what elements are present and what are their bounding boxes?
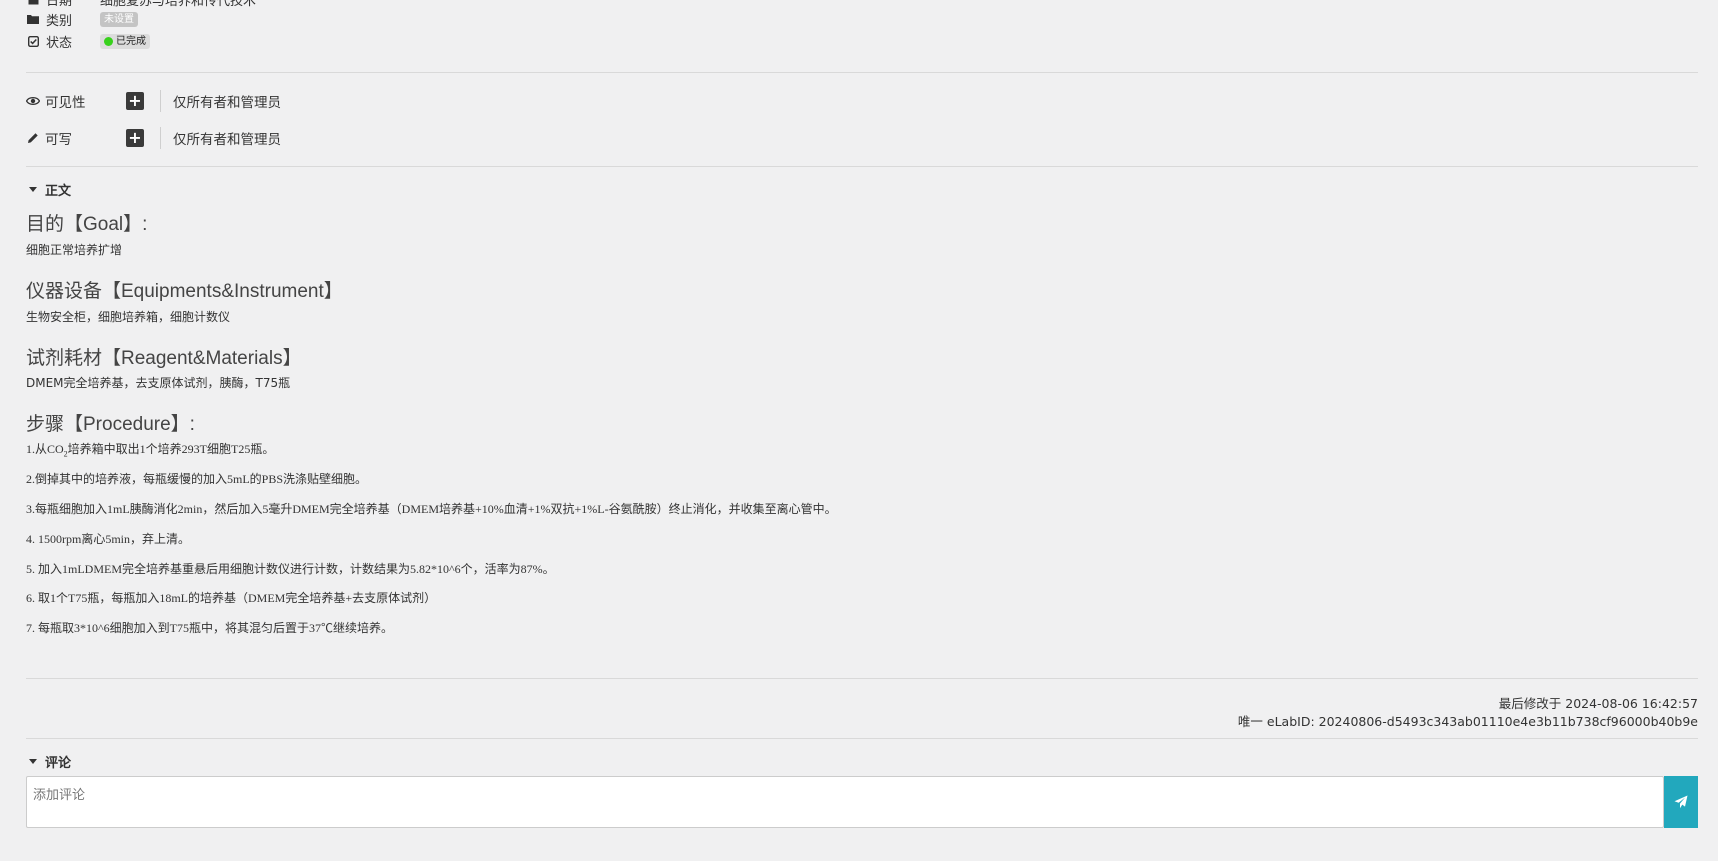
elabid: 唯一 eLabID: 20240806-d5493c343ab01110e4e3…	[1237, 714, 1698, 729]
write-label: 可写	[45, 132, 72, 148]
procedure-step: 3.每瓶细胞加入1mL胰酶消化2min，然后加入5毫升DMEM完全培养基（DME…	[26, 502, 837, 516]
comments-toggle-label: 评论	[45, 756, 72, 771]
category-row: 类别 未设置	[26, 8, 138, 30]
procedure-heading: 步骤【Procedure】:	[26, 414, 195, 435]
divider	[26, 166, 1698, 167]
last-modified: 最后修改于 2024-08-06 16:42:57	[1498, 696, 1698, 711]
write-add-button[interactable]: +	[126, 129, 144, 147]
eye-icon	[26, 94, 40, 108]
calendar-icon	[26, 0, 40, 6]
divider	[26, 72, 1698, 73]
comments-toggle[interactable]: 评论	[26, 752, 71, 771]
visibility-value[interactable]: 仅所有者和管理员	[173, 91, 281, 111]
comment-input[interactable]	[27, 777, 1663, 827]
visibility-add-button[interactable]: +	[126, 92, 144, 110]
equip-text: 生物安全柜，细胞培养箱，细胞计数仪	[26, 310, 231, 324]
write-row: 可写 + 仅所有者和管理员	[26, 125, 281, 151]
procedure-step: 2.倒掉其中的培养液，每瓶缓慢的加入5mL的PBS洗涤贴壁细胞。	[26, 472, 368, 486]
status-row: 状态 已完成	[26, 30, 150, 52]
check-square-icon	[26, 34, 40, 48]
paper-plane-icon	[1674, 795, 1688, 809]
visibility-row: 可见性 + 仅所有者和管理员	[26, 88, 281, 114]
divider	[160, 90, 161, 112]
divider	[26, 738, 1698, 739]
status-label: 状态	[46, 35, 73, 51]
status-badge[interactable]: 已完成	[100, 33, 150, 49]
procedure-step: 5. 加入1mLDMEM完全培养基重悬后用细胞计数仪进行计数，计数结果为5.82…	[26, 562, 555, 576]
procedure-step: 7. 每瓶取3*10^6细胞加入到T75瓶中，将其混匀后置于37℃继续培养。	[26, 621, 393, 635]
status-dot-icon	[104, 36, 113, 46]
pencil-icon	[26, 131, 40, 145]
status-value: 已完成	[116, 35, 146, 47]
goal-heading: 目的【Goal】:	[26, 214, 148, 235]
caret-down-icon	[29, 759, 37, 764]
send-comment-button[interactable]	[1664, 776, 1698, 828]
folder-icon	[26, 12, 40, 26]
procedure-step: 1.从CO2培养箱中取出1个培养293T细胞T25瓶。	[26, 442, 275, 459]
procedure-step: 4. 1500rpm离心5min，弃上清。	[26, 532, 190, 546]
reagent-heading: 试剂耗材【Reagent&Materials】	[26, 348, 302, 369]
goal-text: 细胞正常培养扩增	[26, 243, 123, 257]
reagent-text: DMEM完全培养基，去支原体试剂，胰酶，T75瓶	[26, 376, 291, 390]
body-toggle[interactable]: 正文	[26, 180, 71, 199]
divider	[160, 127, 161, 149]
caret-down-icon	[29, 187, 37, 192]
divider	[26, 678, 1698, 679]
body-toggle-label: 正文	[45, 184, 72, 199]
category-badge[interactable]: 未设置	[100, 11, 138, 27]
comment-box	[26, 776, 1664, 828]
equip-heading: 仪器设备【Equipments&Instrument】	[26, 281, 343, 302]
write-value[interactable]: 仅所有者和管理员	[173, 128, 281, 148]
visibility-label: 可见性	[45, 95, 86, 111]
category-label: 类别	[46, 13, 73, 29]
procedure-step: 6. 取1个T75瓶，每瓶加入18mL的培养基（DMEM完全培养基+去支原体试剂…	[26, 591, 437, 605]
